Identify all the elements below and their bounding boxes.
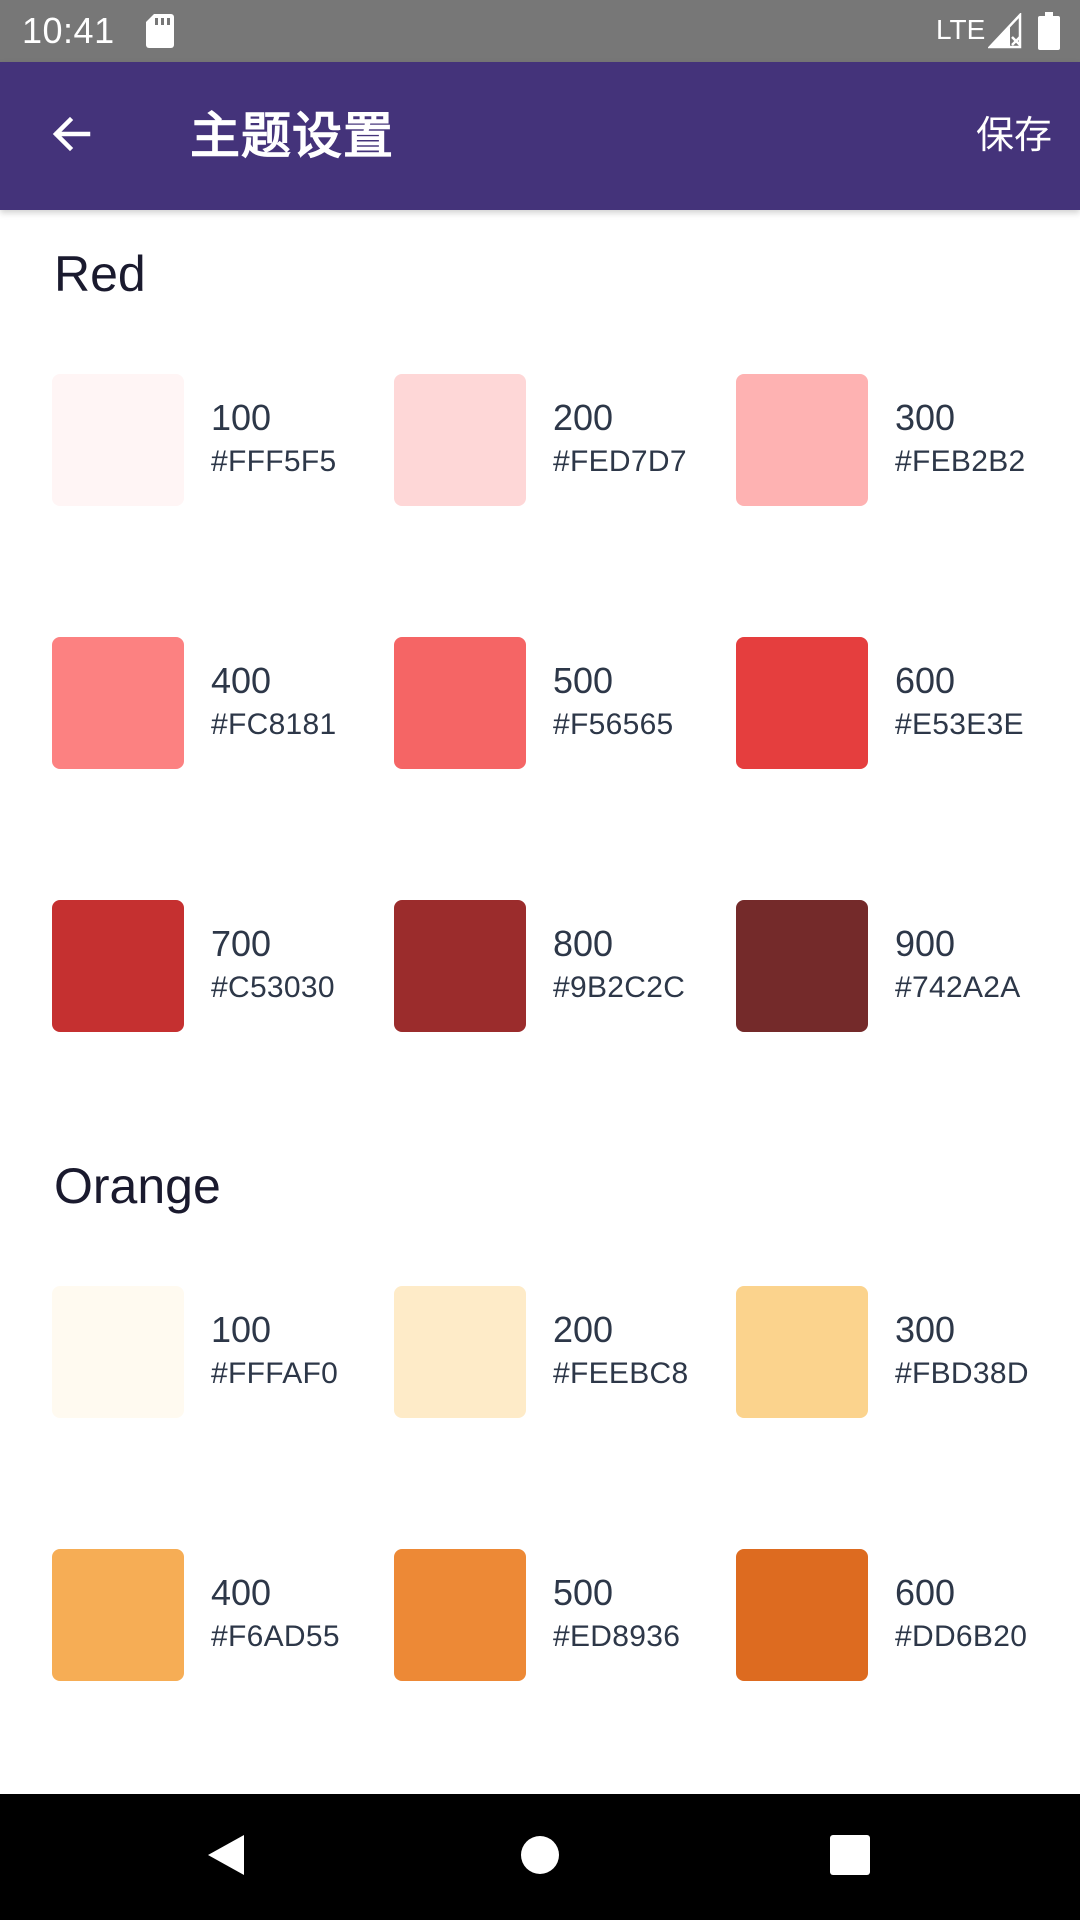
section-title-red: Red bbox=[54, 246, 146, 302]
app-bar: 主题设置 保存 bbox=[0, 62, 1080, 210]
swatch-chip bbox=[736, 637, 868, 769]
swatch-chip bbox=[52, 374, 184, 506]
swatch-hex: #FEEBC8 bbox=[553, 1357, 689, 1390]
swatch-hex: #FEB2B2 bbox=[895, 445, 1026, 478]
swatch-hex: #FFF5F5 bbox=[211, 445, 337, 478]
swatch-item[interactable]: 100 #FFFAF0 bbox=[52, 1286, 394, 1549]
swatch-shade: 600 bbox=[895, 660, 956, 701]
swatch-chip bbox=[52, 1549, 184, 1681]
swatch-item[interactable]: 600 #DD6B20 bbox=[736, 1549, 1052, 1794]
swatch-item[interactable]: 200 #FED7D7 bbox=[394, 374, 736, 637]
nav-recents-icon bbox=[830, 1834, 870, 1880]
swatch-label: 200 #FEEBC8 bbox=[553, 1286, 689, 1394]
swatch-chip bbox=[394, 637, 526, 769]
sd-card-icon bbox=[146, 14, 174, 48]
nav-back-icon bbox=[204, 1831, 248, 1884]
status-time: 10:41 bbox=[22, 10, 115, 51]
swatch-hex: #E53E3E bbox=[895, 708, 1024, 741]
swatch-shade: 400 bbox=[211, 660, 272, 701]
swatch-chip bbox=[394, 1549, 526, 1681]
swatch-chip bbox=[394, 1286, 526, 1418]
swatch-hex: #FFFAF0 bbox=[211, 1357, 339, 1390]
swatch-hex: #C53030 bbox=[211, 971, 335, 1004]
swatch-shade: 100 bbox=[211, 1309, 272, 1350]
swatch-hex: #FC8181 bbox=[211, 708, 337, 741]
swatch-label: 100 #FFF5F5 bbox=[211, 374, 336, 482]
swatch-chip bbox=[394, 374, 526, 506]
swatch-shade: 700 bbox=[211, 923, 272, 964]
swatch-label: 500 #ED8936 bbox=[553, 1549, 680, 1657]
swatch-chip bbox=[736, 374, 868, 506]
swatch-item[interactable]: 400 #FC8181 bbox=[52, 637, 394, 900]
swatch-chip bbox=[394, 900, 526, 1032]
swatch-hex: #ED8936 bbox=[553, 1620, 681, 1653]
swatch-shade: 600 bbox=[895, 1572, 956, 1613]
swatch-item[interactable]: 900 #742A2A bbox=[736, 900, 1052, 1163]
swatch-item[interactable]: 500 #F56565 bbox=[394, 637, 736, 900]
swatch-label: 500 #F56565 bbox=[553, 637, 674, 745]
back-button[interactable] bbox=[28, 92, 116, 180]
swatch-item[interactable]: 700 #C53030 bbox=[52, 900, 394, 1163]
nav-home-icon bbox=[520, 1835, 560, 1880]
swatch-item[interactable]: 200 #FEEBC8 bbox=[394, 1286, 736, 1549]
swatch-shade: 300 bbox=[895, 397, 956, 438]
swatch-hex: #DD6B20 bbox=[895, 1620, 1028, 1653]
nav-home-button[interactable] bbox=[470, 1794, 610, 1920]
network-type-label: LTE bbox=[936, 14, 986, 45]
swatch-hex: #9B2C2C bbox=[553, 971, 686, 1004]
battery-icon bbox=[1038, 12, 1060, 50]
swatch-label: 700 #C53030 bbox=[211, 900, 335, 1008]
swatch-shade: 400 bbox=[211, 1572, 272, 1613]
swatch-item[interactable]: 500 #ED8936 bbox=[394, 1549, 736, 1794]
section-title-orange: Orange bbox=[54, 1158, 221, 1214]
swatch-shade: 300 bbox=[895, 1309, 956, 1350]
swatch-chip bbox=[736, 1549, 868, 1681]
swatch-label: 600 #DD6B20 bbox=[895, 1549, 1027, 1657]
swatch-shade: 200 bbox=[553, 397, 614, 438]
swatch-chip bbox=[52, 1286, 184, 1418]
nav-back-button[interactable] bbox=[156, 1794, 296, 1920]
swatch-label: 300 #FEB2B2 bbox=[895, 374, 1026, 482]
swatch-hex: #742A2A bbox=[895, 971, 1021, 1004]
swatch-label: 400 #F6AD55 bbox=[211, 1549, 340, 1657]
swatch-chip bbox=[52, 637, 184, 769]
swatch-item[interactable]: 800 #9B2C2C bbox=[394, 900, 736, 1163]
swatch-item[interactable]: 100 #FFF5F5 bbox=[52, 374, 394, 637]
swatch-item[interactable]: 400 #F6AD55 bbox=[52, 1549, 394, 1794]
swatch-shade: 800 bbox=[553, 923, 614, 964]
swatch-label: 900 #742A2A bbox=[895, 900, 1021, 1008]
system-nav-bar bbox=[0, 1794, 1080, 1920]
swatch-label: 800 #9B2C2C bbox=[553, 900, 685, 1008]
swatch-item[interactable]: 600 #E53E3E bbox=[736, 637, 1052, 900]
swatch-shade: 200 bbox=[553, 1309, 614, 1350]
swatch-label: 200 #FED7D7 bbox=[553, 374, 687, 482]
swatch-item[interactable]: 300 #FBD38D bbox=[736, 1286, 1052, 1549]
swatch-hex: #FBD38D bbox=[895, 1357, 1029, 1390]
swatch-shade: 500 bbox=[553, 660, 614, 701]
nav-recents-button[interactable] bbox=[780, 1794, 920, 1920]
swatch-chip bbox=[52, 900, 184, 1032]
swatch-hex: #F6AD55 bbox=[211, 1620, 340, 1653]
swatch-hex: #F56565 bbox=[553, 708, 674, 741]
signal-icon bbox=[987, 11, 1022, 49]
swatch-grid-orange: 100 #FFFAF0 200 #FEEBC8 300 #FBD38D 400 #F6AD55… bbox=[52, 1286, 1052, 1794]
swatch-grid-red: 100 #FFF5F5 200 #FED7D7 300 #FEB2B2 400 #FC8181… bbox=[52, 374, 1052, 1163]
arrow-left-icon bbox=[48, 110, 96, 163]
swatch-chip bbox=[736, 900, 868, 1032]
swatch-chip bbox=[736, 1286, 868, 1418]
swatch-shade: 500 bbox=[553, 1572, 614, 1613]
swatch-label: 600 #E53E3E bbox=[895, 637, 1024, 745]
swatch-shade: 100 bbox=[211, 397, 272, 438]
swatch-label: 300 #FBD38D bbox=[895, 1286, 1029, 1394]
swatch-label: 400 #FC8181 bbox=[211, 637, 337, 745]
color-palette-list[interactable]: Red 100 #FFF5F5 200 #FED7D7 300 #FEB2B2 400 #FC… bbox=[0, 210, 1080, 1794]
page-title: 主题设置 bbox=[190, 108, 394, 164]
save-button[interactable]: 保存 bbox=[974, 106, 1054, 166]
swatch-hex: #FED7D7 bbox=[553, 445, 687, 478]
status-bar: 10:41 LTE bbox=[0, 0, 1080, 62]
swatch-item[interactable]: 300 #FEB2B2 bbox=[736, 374, 1052, 637]
swatch-label: 100 #FFFAF0 bbox=[211, 1286, 338, 1394]
swatch-shade: 900 bbox=[895, 923, 956, 964]
